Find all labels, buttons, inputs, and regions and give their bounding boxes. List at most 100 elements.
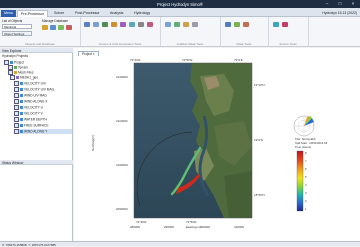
checkbox-icon[interactable] [10,75,15,80]
vector-tool-icon[interactable] [84,22,90,27]
ribbon-group-grabber: Grabber Mask Tools [160,17,221,47]
sink-tool-icon[interactable] [282,22,288,27]
tree-item-layer[interactable]: VELOCITY U/V MAG [14,87,54,92]
manage-database-label: Manage Database [42,19,69,23]
tree-label: VELOCITY V [24,111,43,116]
view-explorer-header: View Explorer [0,48,73,53]
tree-item-layer[interactable]: WATER DEPTH [14,117,47,122]
checkbox-icon[interactable] [14,99,19,104]
import-icon[interactable] [50,25,56,30]
lon-top-label: 72°40'E [130,58,140,62]
menu-file[interactable]: Menu [1,9,16,17]
ribbon-group-vectors: Vectors & Grid Generation Tools [80,17,161,47]
object-settings-button[interactable]: Object Settings [2,31,32,36]
tree-label: Hydrodyn Projects [2,54,29,58]
checkbox-icon[interactable] [14,81,19,86]
legend-value: 7 [305,159,307,163]
checkbox-icon[interactable] [14,111,19,116]
tree-label: WATER DEPTH [24,117,47,122]
group-label-grabber: Grabber Mask Tools [176,42,204,46]
tree-item-layer-selected[interactable]: WIND ALONG Y [14,129,72,134]
database-icon[interactable] [42,25,48,30]
lon-bottom-label: 72°40'E [136,220,146,224]
status-window-header: Status Window [0,160,73,165]
source-tool-icon[interactable] [273,22,279,27]
checkbox-icon[interactable] [14,87,19,92]
legend-value: 3 [305,191,307,195]
menu-hydrology[interactable]: Hydrology [131,10,153,17]
folder-icon [14,71,17,74]
minimize-icon[interactable]: – [322,1,332,6]
tree-item-mesh1[interactable]: MESH1_geo [10,75,38,80]
tree-item-root[interactable]: Hydrodyn Projects [2,54,28,59]
tree-item-layer[interactable]: FREE SURFACE [14,123,48,128]
tree-item-layer[interactable]: VELOCITY U/V [14,81,46,86]
edit-tool-icon[interactable] [138,22,144,27]
checkbox-icon[interactable] [14,93,19,98]
tree-item-layer[interactable]: VELOCITY V [14,111,43,116]
group-label-mask: Mask Tools [236,42,252,46]
tree-item-layer[interactable]: VELOCITY U [14,105,43,110]
layer-icon [20,130,23,133]
tree-item-layer[interactable]: WIND ALONG X [14,99,47,104]
menu-analysis[interactable]: Analysis [107,10,126,17]
delete-icon[interactable] [66,25,72,30]
group-label-source: Source Tools [279,42,297,46]
legend-value: 2 [305,199,307,203]
point-tool-icon[interactable] [120,22,126,27]
tree-label: Mesh Files [18,70,34,75]
polygon-tool-icon[interactable] [102,22,108,27]
group-label-objects: Objects and Database [25,42,55,46]
layer-icon [20,112,23,115]
northing-tick: 2090000 [116,207,128,211]
legend-value: 5 [305,175,307,179]
checkbox-icon[interactable] [14,123,19,128]
grab-tool-icon[interactable] [165,22,171,27]
erase-tool-icon[interactable] [147,22,153,27]
ribbon-group-objects: List of Objects Manage Database Mainland… [0,17,81,47]
map-view[interactable]: Northing(m) Easting(m) 72°40'E 72°50'E 7… [74,56,360,241]
menu-post-processor[interactable]: Post-Processor [72,10,103,17]
satellite-image [134,63,252,218]
menu-bar: Menu Pre-Processor Solver Post-Processor… [0,8,360,17]
easting-tick: 310000 [234,225,244,229]
legend-colorbar [296,150,304,212]
lat-right-label: 18°50'N [254,193,265,197]
checkbox-icon[interactable] [14,129,19,134]
title-bar: Project Hydrodyn Simo® – □ × [0,0,360,8]
wind-rose [293,115,315,137]
status-bar: X: 765276.165808, Y: 1867175.0477685 [0,241,360,247]
tree-item-layer[interactable]: WIND U/V MAG [14,93,47,98]
tree-label: WIND ALONG Y [24,129,48,134]
layer-icon [20,118,23,121]
line-tool-icon[interactable] [111,22,117,27]
checkbox-icon[interactable] [14,105,19,110]
ribbon: List of Objects Manage Database Mainland… [0,17,360,47]
folder-icon [10,61,13,64]
mask-clear-icon[interactable] [243,22,249,27]
close-icon[interactable]: × [348,1,358,6]
checkbox-icon[interactable] [14,117,19,122]
tree-label: VELOCITY U/V [24,81,46,86]
layer-icon [20,124,23,127]
fill-tool-icon[interactable] [174,22,180,27]
terrain-icon [14,66,17,69]
tree-label: MESH1_geo [20,75,39,80]
mesh-icon [16,76,19,79]
layer-icon [20,82,23,85]
crop-tool-icon[interactable] [183,22,189,27]
grid-tool-icon[interactable] [93,22,99,27]
maximize-icon[interactable]: □ [335,1,345,6]
export-icon[interactable] [58,25,64,30]
select-tool-icon[interactable] [192,22,198,27]
objects-dropdown[interactable]: Mainland [2,24,32,29]
ribbon-group-source: Source Tools [268,17,309,47]
tree-label: FREE SURFACE [24,123,49,128]
spline-tool-icon[interactable] [129,22,135,27]
menu-pre-processor[interactable]: Pre-Processor [17,9,48,17]
lat-right-label: 19°10'N [254,83,265,87]
mask-edit-icon[interactable] [234,22,240,27]
northing-tick: 2110000 [116,119,128,123]
menu-solver[interactable]: Solver [51,10,67,17]
mask-tool-icon[interactable] [225,22,231,27]
